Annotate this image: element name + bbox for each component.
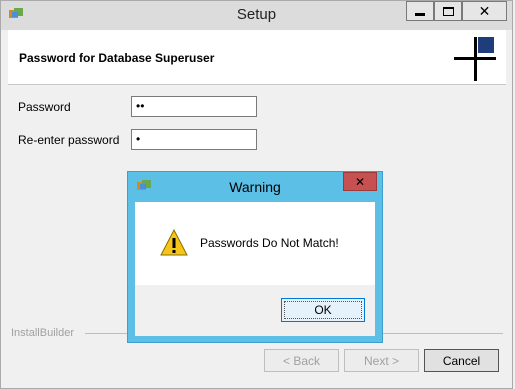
maximize-button[interactable]: [434, 1, 462, 21]
cancel-button[interactable]: Cancel: [424, 349, 499, 372]
close-icon: ✕: [478, 3, 491, 19]
close-icon: ✕: [354, 174, 366, 189]
page-title: Password for Database Superuser: [19, 51, 215, 65]
back-button[interactable]: < Back: [264, 349, 339, 372]
next-button[interactable]: Next >: [344, 349, 419, 372]
reenter-password-label: Re-enter password: [18, 133, 120, 147]
warning-icon: [160, 229, 188, 256]
warning-dialog: Warning ✕ Passwords Do Not Match! OK: [127, 171, 383, 343]
maximize-icon: [442, 6, 454, 16]
ok-button-label: OK: [314, 303, 332, 317]
close-button[interactable]: ✕: [462, 1, 507, 21]
title-bar[interactable]: Setup ✕: [1, 1, 512, 30]
page-header: Password for Database Superuser: [8, 30, 506, 85]
password-label: Password: [18, 100, 71, 114]
installer-logo-icon: [454, 37, 496, 81]
dialog-message: Passwords Do Not Match!: [200, 236, 339, 250]
dialog-body: Passwords Do Not Match! OK: [135, 202, 375, 336]
reenter-password-input[interactable]: •: [131, 129, 257, 150]
password-input[interactable]: ••: [131, 96, 257, 117]
dialog-message-area: Passwords Do Not Match!: [135, 202, 375, 285]
ok-button[interactable]: OK: [281, 298, 365, 322]
installbuilder-brand: InstallBuilder: [11, 327, 74, 339]
minimize-button[interactable]: [406, 1, 434, 21]
minimize-icon: [415, 12, 425, 16]
dialog-title-bar[interactable]: Warning ✕: [128, 172, 382, 202]
dialog-close-button[interactable]: ✕: [343, 172, 377, 191]
